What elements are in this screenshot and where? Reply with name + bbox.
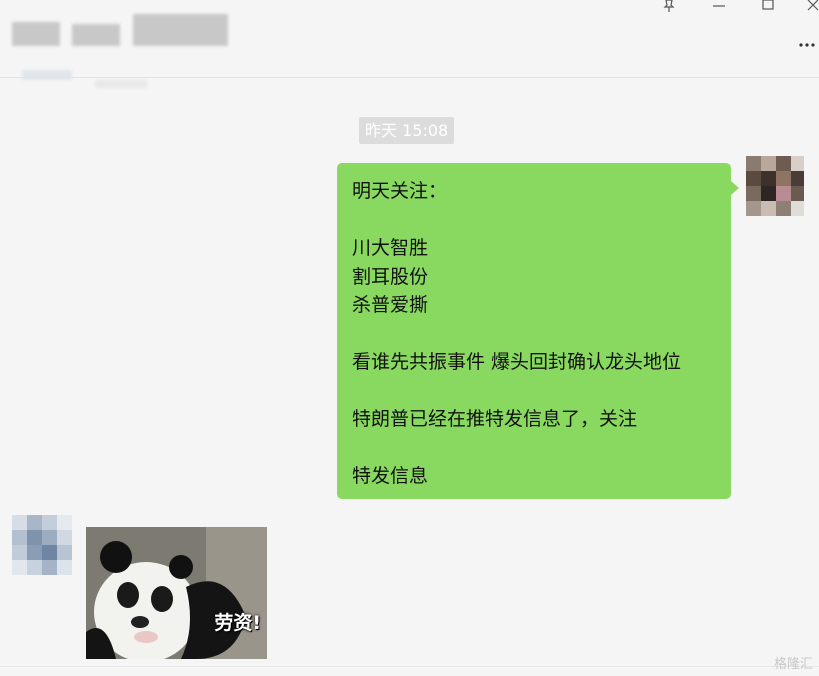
message-line: 特发信息 — [352, 465, 429, 487]
message-line: 看谁先共振事件 爆头回封确认龙头地位 — [352, 351, 682, 373]
close-icon[interactable] — [800, 0, 819, 14]
message-line: 割耳股份 — [352, 265, 429, 288]
chat-title-blurred — [133, 14, 228, 46]
chat-title-blurred — [72, 24, 120, 46]
message-line — [352, 377, 716, 406]
message-line: 川大智胜 — [352, 237, 429, 259]
my-message-bubble[interactable]: 明天关注： 川大智胜 割耳股份 杀普爱撕 看谁先共振事件 爆头回封确认龙头地位 … — [337, 163, 739, 499]
chat-subtitle-blurred — [22, 70, 72, 80]
sticker-caption: 劳资! — [214, 612, 261, 634]
contact-avatar[interactable] — [12, 515, 72, 575]
maximize-icon[interactable] — [755, 0, 781, 14]
panda-sticker[interactable]: 劳资! — [86, 527, 267, 659]
message-line: 杀普爱撕 — [352, 294, 429, 316]
message-line: 特朗普已经在推特发信息了，关注 — [352, 408, 638, 430]
message-line: 明天关注： — [352, 180, 448, 202]
message-line — [352, 320, 716, 349]
minimize-icon[interactable] — [706, 0, 732, 14]
watermark: 格隆汇 — [773, 657, 813, 672]
pin-icon[interactable] — [656, 0, 682, 14]
chat-title-blurred — [12, 22, 60, 46]
panda-icon — [86, 527, 267, 659]
chat-subtitle-blurred — [95, 80, 147, 88]
message-line — [352, 434, 716, 463]
more-icon[interactable] — [799, 32, 815, 53]
message-line — [352, 206, 716, 235]
chat-header — [0, 0, 819, 88]
my-avatar[interactable] — [746, 156, 804, 216]
message-timestamp: 昨天 15:08 — [359, 117, 455, 144]
input-divider — [0, 666, 819, 667]
